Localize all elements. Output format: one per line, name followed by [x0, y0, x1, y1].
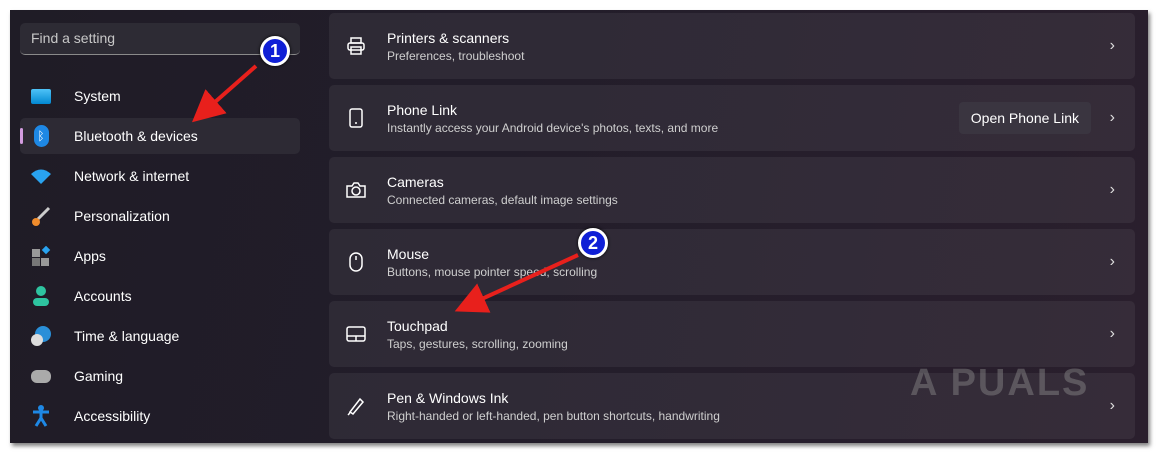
arrow-1: [191, 64, 258, 123]
callout-1: 1: [260, 36, 290, 66]
arrow-2: [454, 253, 579, 313]
annotation-arrows: [191, 64, 579, 313]
callout-2: 2: [578, 228, 608, 258]
